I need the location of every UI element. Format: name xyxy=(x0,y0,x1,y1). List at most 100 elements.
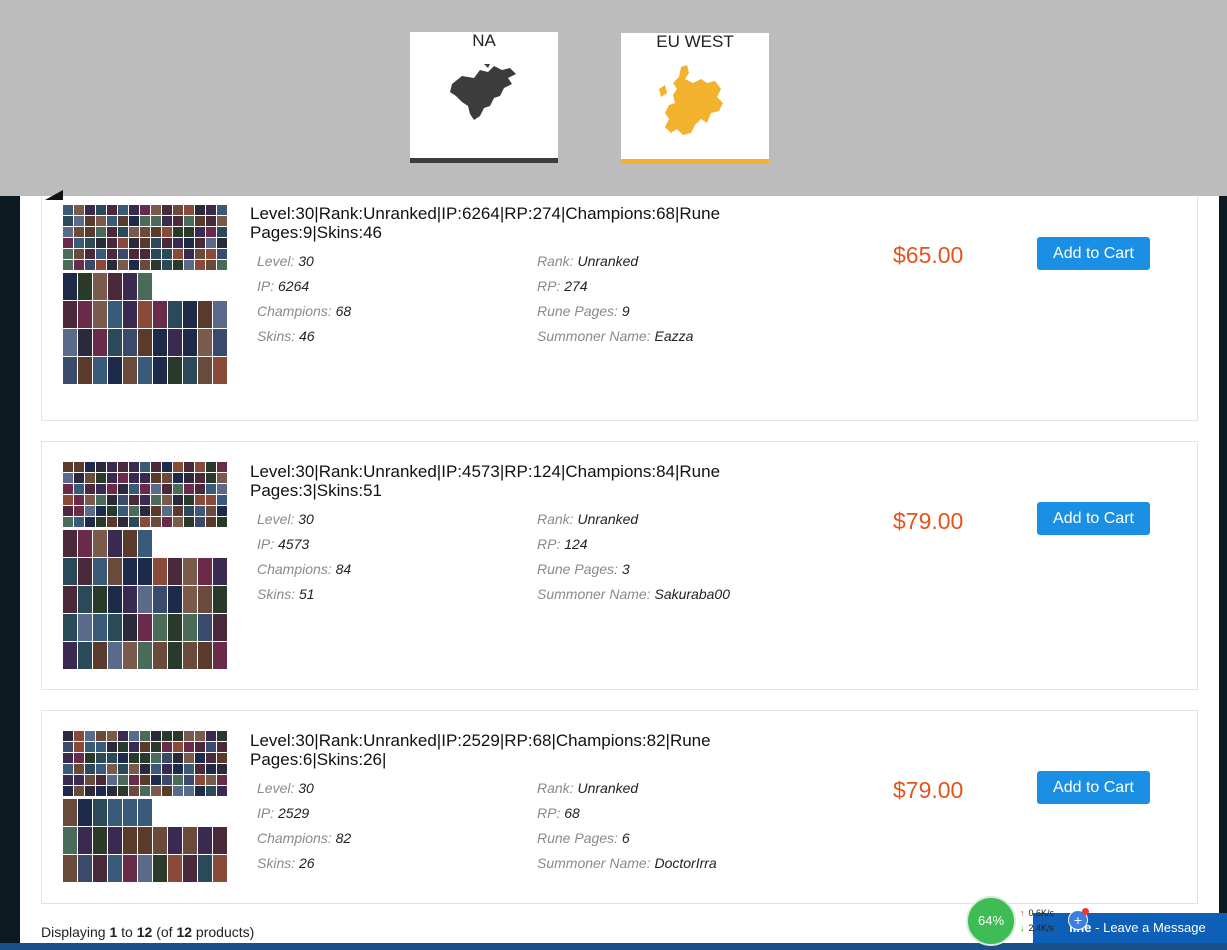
footer-prefix: Displaying xyxy=(41,924,110,940)
north-america-map-icon xyxy=(450,64,516,120)
chat-message: - Leave a Message xyxy=(1091,920,1206,935)
rune-pages-attr: Rune Pages: 9 xyxy=(537,303,630,319)
region-label: EU WEST xyxy=(656,32,734,51)
product-listing-page: Level:30|Rank:Unranked|IP:6264|RP:274|Ch… xyxy=(20,176,1219,950)
rp-value: 274 xyxy=(564,278,588,294)
level-attr: Level: 30 xyxy=(257,511,314,527)
region-card-eu-west[interactable]: EU WEST xyxy=(621,33,769,164)
skins-value: 46 xyxy=(299,328,315,344)
champions-value: 68 xyxy=(335,303,352,319)
champions-attr: Champions: 82 xyxy=(257,830,351,846)
pagination-summary: Displaying 1 to 12 (of 12 products) xyxy=(41,924,254,940)
rune-pages-value: 9 xyxy=(621,303,630,319)
account-thumbnail[interactable] xyxy=(63,462,229,670)
add-to-cart-button[interactable]: Add to Cart xyxy=(1037,237,1150,270)
ip-value: 4573 xyxy=(278,536,310,552)
footer-to: 12 xyxy=(136,924,153,940)
europe-map-icon xyxy=(659,65,723,135)
level-value: 30 xyxy=(298,253,314,269)
summoner-value: Eazza xyxy=(654,328,694,344)
arrow-decoration xyxy=(45,190,63,200)
rune-pages-value: 3 xyxy=(621,561,630,577)
notification-dot-icon xyxy=(1082,908,1089,915)
skins-attr: Skins: 26 xyxy=(257,855,315,871)
rank-attr: Rank: Unranked xyxy=(537,253,638,269)
listing-title[interactable]: Level:30|Rank:Unranked|IP:2529|RP:68|Cha… xyxy=(250,731,770,769)
product-listing: Level:30|Rank:Unranked|IP:4573|RP:124|Ch… xyxy=(41,441,1198,690)
rune-pages-label: Rune Pages: xyxy=(537,830,618,846)
summoner-label: Summoner Name: xyxy=(537,328,651,344)
upload-rate: 0.6K/s xyxy=(1028,908,1055,918)
network-speed-widget[interactable]: 64% ↑ 0.6K/s ↓ 2.4K/s + xyxy=(966,896,1092,946)
arrow-up-icon: ↑ xyxy=(1020,908,1025,918)
skins-label: Skins: xyxy=(257,328,296,344)
rune-pages-attr: Rune Pages: 6 xyxy=(537,830,630,846)
region-selector-bar: NA EU WEST xyxy=(0,0,1227,196)
level-value: 30 xyxy=(298,511,314,527)
download-rate: 2.4K/s xyxy=(1028,923,1055,933)
ip-value: 6264 xyxy=(278,278,310,294)
champions-attr: Champions: 84 xyxy=(257,561,351,577)
listing-title[interactable]: Level:30|Rank:Unranked|IP:4573|RP:124|Ch… xyxy=(250,462,770,500)
champions-label: Champions: xyxy=(257,830,332,846)
region-underline xyxy=(621,159,769,164)
rune-pages-label: Rune Pages: xyxy=(537,303,618,319)
price: $79.00 xyxy=(893,777,964,803)
rp-attr: RP: 124 xyxy=(537,536,588,552)
ip-attr: IP: 2529 xyxy=(257,805,309,821)
rank-value: Unranked xyxy=(577,253,639,269)
listing-title[interactable]: Level:30|Rank:Unranked|IP:6264|RP:274|Ch… xyxy=(250,204,770,242)
champions-attr: Champions: 68 xyxy=(257,303,351,319)
account-thumbnail[interactable] xyxy=(63,205,229,401)
rank-label: Rank: xyxy=(537,511,574,527)
champion-skin-mosaic-image xyxy=(63,205,227,384)
champions-value: 82 xyxy=(335,830,352,846)
footer-suffix: products) xyxy=(192,924,255,940)
region-underline xyxy=(410,158,558,163)
summoner-label: Summoner Name: xyxy=(537,855,651,871)
summoner-value: DoctorIrra xyxy=(654,855,717,871)
product-listing: Level:30|Rank:Unranked|IP:2529|RP:68|Cha… xyxy=(41,710,1198,904)
skins-attr: Skins: 46 xyxy=(257,328,315,344)
level-label: Level: xyxy=(257,780,295,796)
region-label: NA xyxy=(472,31,496,50)
price: $79.00 xyxy=(893,508,964,534)
rank-label: Rank: xyxy=(537,253,574,269)
champion-skin-mosaic-image xyxy=(63,462,227,669)
level-value: 30 xyxy=(298,780,314,796)
rp-value: 124 xyxy=(564,536,588,552)
skins-value: 51 xyxy=(299,586,315,602)
level-attr: Level: 30 xyxy=(257,253,314,269)
skins-label: Skins: xyxy=(257,855,296,871)
champions-value: 84 xyxy=(335,561,352,577)
region-card-na[interactable]: NA xyxy=(410,32,558,163)
footer-to-word: to xyxy=(117,924,137,940)
ip-attr: IP: 4573 xyxy=(257,536,309,552)
rates: ↑ 0.6K/s ↓ 2.4K/s xyxy=(1020,906,1054,936)
champion-skin-mosaic-image xyxy=(63,731,227,882)
rank-attr: Rank: Unranked xyxy=(537,511,638,527)
ip-label: IP: xyxy=(257,536,275,552)
add-to-cart-button[interactable]: Add to Cart xyxy=(1037,771,1150,804)
rp-label: RP: xyxy=(537,805,561,821)
add-to-cart-button[interactable]: Add to Cart xyxy=(1037,502,1150,535)
rank-label: Rank: xyxy=(537,780,574,796)
rp-attr: RP: 274 xyxy=(537,278,588,294)
rank-value: Unranked xyxy=(577,780,639,796)
champions-label: Champions: xyxy=(257,303,332,319)
footer-total: 12 xyxy=(176,924,193,940)
rp-attr: RP: 68 xyxy=(537,805,580,821)
account-thumbnail[interactable] xyxy=(63,731,229,883)
rp-value: 68 xyxy=(564,805,580,821)
level-attr: Level: 30 xyxy=(257,780,314,796)
level-label: Level: xyxy=(257,511,295,527)
summoner-attr: Summoner Name: Eazza xyxy=(537,328,693,344)
skins-value: 26 xyxy=(299,855,315,871)
rp-label: RP: xyxy=(537,278,561,294)
footer-of: (of xyxy=(152,924,177,940)
rune-pages-attr: Rune Pages: 3 xyxy=(537,561,630,577)
rune-pages-value: 6 xyxy=(621,830,630,846)
summoner-attr: Summoner Name: DoctorIrra xyxy=(537,855,717,871)
ip-value: 2529 xyxy=(278,805,310,821)
summoner-attr: Summoner Name: Sakuraba00 xyxy=(537,586,730,602)
